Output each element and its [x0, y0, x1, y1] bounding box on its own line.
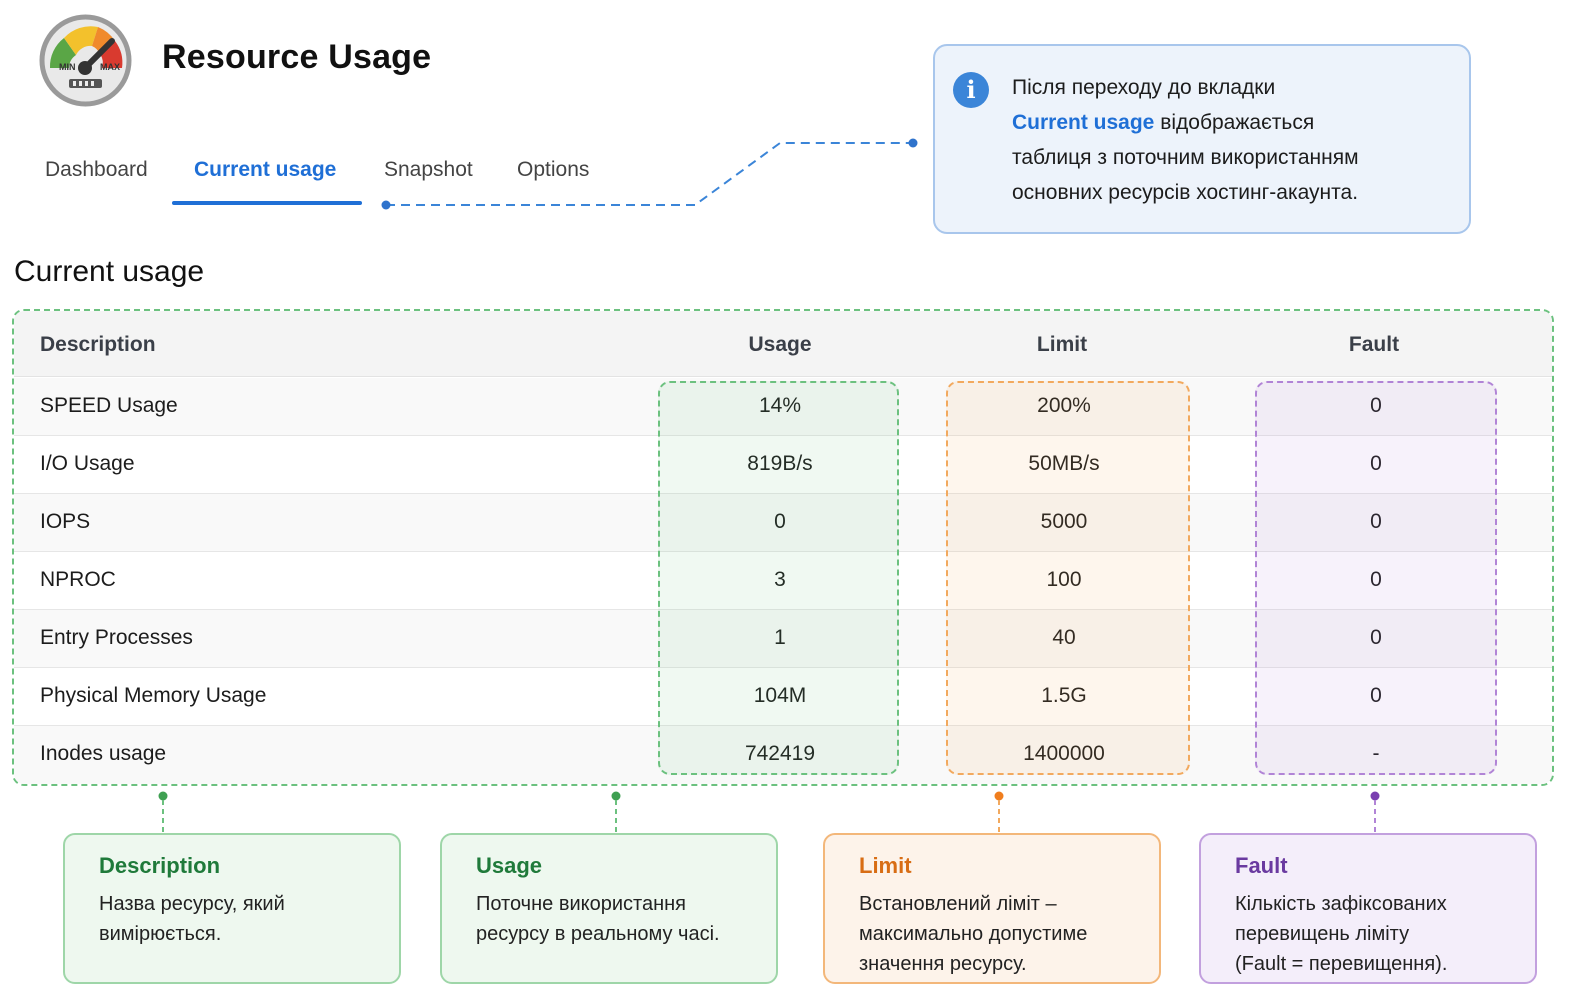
table-row: IOPS 0 5000 0	[14, 494, 1552, 552]
cell-description: IOPS	[40, 510, 91, 533]
legend-card-usage: Usage Поточне використання ресурсу в реа…	[440, 833, 778, 984]
legend-card-fault: Fault Кількість зафіксованих перевищень …	[1199, 833, 1537, 984]
callout-line-3: таблиця з поточним використанням	[1012, 146, 1359, 169]
cell-fault: -	[1372, 742, 1380, 765]
tab-options[interactable]: Options	[517, 158, 589, 182]
cell-fault: 0	[1370, 510, 1382, 533]
table-row: Entry Processes 1 40 0	[14, 610, 1552, 668]
legend-text-line: Назва ресурсу, який	[99, 893, 285, 915]
legend-title: Description	[99, 853, 221, 878]
table-row: Physical Memory Usage 104M 1.5G 0	[14, 668, 1552, 726]
cell-limit: 40	[1052, 626, 1076, 649]
cell-description: I/O Usage	[40, 452, 135, 475]
header-usage: Usage	[748, 333, 812, 356]
cell-description: Physical Memory Usage	[40, 684, 267, 707]
cell-limit: 1.5G	[1041, 684, 1087, 707]
cell-limit: 50MB/s	[1028, 452, 1100, 475]
cell-limit: 200%	[1037, 394, 1091, 417]
limit-legend-connector	[994, 791, 1004, 833]
legend-text-line: перевищень ліміту	[1235, 923, 1410, 945]
callout-line-2-rest: відображається	[1160, 111, 1315, 134]
header-description: Description	[40, 333, 156, 356]
cell-usage: 742419	[744, 742, 816, 765]
legend-text-line: значення ресурсу.	[859, 953, 1027, 975]
cell-usage: 3	[774, 568, 786, 591]
callout-line-1: Після переходу до вкладки	[1012, 76, 1276, 99]
description-legend-connector	[158, 791, 168, 833]
table-row: NPROC 3 100 0	[14, 552, 1552, 610]
cell-description: SPEED Usage	[40, 394, 178, 417]
table-header: Description Usage Limit Fault	[14, 311, 1552, 377]
table-row: Inodes usage 742419 1400000 -	[14, 726, 1552, 784]
callout-highlight: Current usage	[1012, 111, 1155, 134]
logo-min-label: MIN	[59, 62, 76, 72]
legend-text-line: Встановлений ліміт –	[859, 893, 1057, 915]
header-fault: Fault	[1348, 333, 1400, 356]
table-row: SPEED Usage 14% 200% 0	[14, 378, 1552, 436]
active-tab-indicator	[172, 201, 362, 205]
legend-text-line: Поточне використання	[476, 893, 686, 915]
app-logo: MIN MAX	[38, 13, 133, 108]
tab-dashboard[interactable]: Dashboard	[45, 158, 148, 182]
cell-description: Entry Processes	[40, 626, 193, 649]
table-row: I/O Usage 819B/s 50MB/s 0	[14, 436, 1552, 494]
app-title: Resource Usage	[162, 38, 432, 76]
info-callout: i Після переходу до вкладки Current usag…	[933, 44, 1471, 234]
legend-title: Fault	[1235, 853, 1288, 878]
header-limit: Limit	[1036, 333, 1088, 356]
cell-limit: 1400000	[1023, 742, 1105, 765]
cell-description: NPROC	[40, 568, 116, 591]
cell-fault: 0	[1370, 684, 1382, 707]
legend-text-line: вимірюється.	[99, 923, 222, 945]
tab-current-usage[interactable]: Current usage	[194, 158, 336, 182]
legend-text-line: Кількість зафіксованих	[1235, 893, 1447, 915]
usage-legend-connector	[611, 791, 621, 833]
legend-title: Limit	[859, 853, 912, 878]
cell-usage: 14%	[758, 394, 802, 417]
callout-line-2: Current usage відображається	[1012, 105, 1457, 140]
cell-fault: 0	[1370, 394, 1382, 417]
legend-text-line: максимально допустиме	[859, 923, 1088, 945]
legend-card-description: Description Назва ресурсу, який вимірюєт…	[63, 833, 401, 984]
usage-table: Description Usage Limit Fault SPEED Usag…	[12, 309, 1554, 786]
legend-title: Usage	[476, 853, 543, 878]
cell-usage: 819B/s	[747, 452, 813, 475]
cell-fault: 0	[1370, 452, 1382, 475]
legend-card-limit: Limit Встановлений ліміт – максимально д…	[823, 833, 1161, 984]
tab-snapshot[interactable]: Snapshot	[384, 158, 473, 182]
cell-usage: 1	[774, 626, 786, 649]
info-callout-text: Після переходу до вкладки Current usage …	[1012, 70, 1457, 210]
cell-limit: 5000	[1040, 510, 1088, 533]
cell-fault: 0	[1370, 626, 1382, 649]
logo-max-label: MAX	[100, 62, 120, 72]
fault-legend-connector	[1370, 791, 1380, 833]
cell-limit: 100	[1046, 568, 1082, 591]
section-title: Current usage	[14, 255, 205, 288]
legend-text-line: ресурсу в реальному часі.	[476, 923, 720, 945]
info-icon: i	[953, 72, 989, 108]
cell-usage: 0	[774, 510, 786, 533]
gauge-icon: MIN MAX	[39, 14, 132, 107]
cell-usage: 104M	[753, 684, 807, 707]
legend-text-line: (Fault = перевищення).	[1235, 953, 1448, 975]
callout-line-4: основних ресурсів хостинг-акаунта.	[1012, 181, 1359, 204]
cell-fault: 0	[1370, 568, 1382, 591]
cell-description: Inodes usage	[40, 742, 167, 765]
